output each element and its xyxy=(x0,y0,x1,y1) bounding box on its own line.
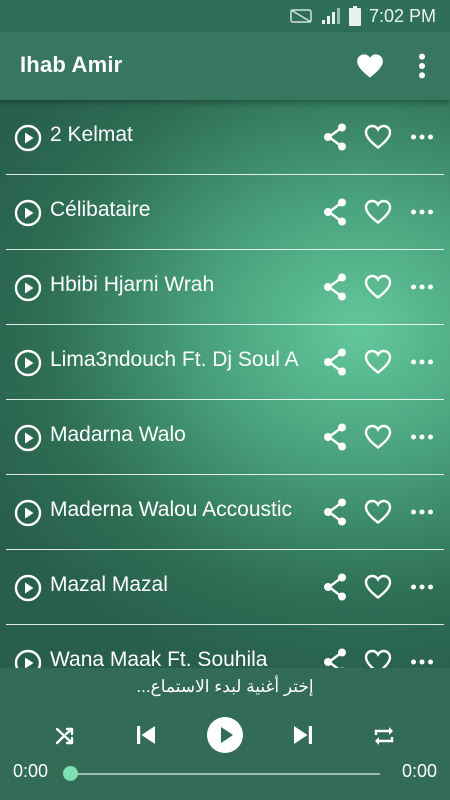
more-options-icon[interactable] xyxy=(410,433,434,441)
heart-outline-icon[interactable] xyxy=(364,123,392,151)
play-circle-icon[interactable] xyxy=(14,199,42,227)
play-circle-icon[interactable] xyxy=(14,349,42,377)
more-options-icon[interactable] xyxy=(410,208,434,216)
next-track-icon[interactable] xyxy=(292,724,314,746)
share-icon[interactable] xyxy=(321,572,349,602)
song-title[interactable]: Célibataire xyxy=(50,198,316,222)
song-list: 2 Kelmat Célibataire Hbibi Hjarni Wrah L… xyxy=(0,100,450,670)
page-title: Ihab Amir xyxy=(20,52,123,77)
more-options-icon[interactable] xyxy=(410,658,434,666)
song-row[interactable]: Mazal Mazal xyxy=(0,550,450,625)
player-bar: إختر أغنية لبدء الاستماع... 0:00 0:00 xyxy=(0,668,450,800)
share-icon[interactable] xyxy=(321,422,349,452)
overflow-menu-icon[interactable] xyxy=(416,52,428,80)
share-icon[interactable] xyxy=(321,647,349,670)
current-time: 0:00 xyxy=(13,761,49,781)
shuffle-icon[interactable] xyxy=(53,724,77,748)
play-circle-icon[interactable] xyxy=(14,274,42,302)
now-playing-text: إختر أغنية لبدء الاستماع... xyxy=(136,677,314,696)
share-icon[interactable] xyxy=(321,347,349,377)
play-circle-icon[interactable] xyxy=(14,424,42,452)
play-circle-icon[interactable] xyxy=(14,499,42,527)
song-row[interactable]: Maderna Walou Accoustic xyxy=(0,475,450,550)
seek-thumb[interactable] xyxy=(63,766,78,781)
more-options-icon[interactable] xyxy=(410,508,434,516)
song-title[interactable]: Hbibi Hjarni Wrah xyxy=(50,273,316,297)
seek-bar[interactable] xyxy=(70,773,380,775)
play-circle-icon[interactable] xyxy=(14,574,42,602)
share-icon[interactable] xyxy=(321,122,349,152)
song-title[interactable]: 2 Kelmat xyxy=(50,123,316,147)
previous-track-icon[interactable] xyxy=(135,724,157,746)
song-row[interactable]: Wana Maak Ft. Souhila xyxy=(0,625,450,670)
no-sim-icon xyxy=(290,9,312,23)
play-circle-icon[interactable] xyxy=(14,124,42,152)
song-row[interactable]: Madarna Walo xyxy=(0,400,450,475)
heart-outline-icon[interactable] xyxy=(364,198,392,226)
battery-icon xyxy=(348,6,361,26)
favorites-heart-icon[interactable] xyxy=(356,53,384,79)
signal-icon xyxy=(321,8,340,24)
more-options-icon[interactable] xyxy=(410,583,434,591)
heart-outline-icon[interactable] xyxy=(364,348,392,376)
heart-outline-icon[interactable] xyxy=(364,273,392,301)
app-bar: Ihab Amir xyxy=(0,32,450,100)
more-options-icon[interactable] xyxy=(410,283,434,291)
more-options-icon[interactable] xyxy=(410,358,434,366)
song-title[interactable]: Maderna Walou Accoustic xyxy=(50,498,316,522)
repeat-icon[interactable] xyxy=(371,724,397,748)
play-circle-icon[interactable] xyxy=(14,649,42,670)
song-title[interactable]: Lima3ndouch Ft. Dj Soul A xyxy=(50,348,316,372)
share-icon[interactable] xyxy=(321,272,349,302)
song-row[interactable]: Hbibi Hjarni Wrah xyxy=(0,250,450,325)
song-row[interactable]: Lima3ndouch Ft. Dj Soul A xyxy=(0,325,450,400)
heart-outline-icon[interactable] xyxy=(364,498,392,526)
more-options-icon[interactable] xyxy=(410,133,434,141)
status-time: 7:02 PM xyxy=(368,5,436,26)
play-button[interactable] xyxy=(206,716,244,754)
song-title[interactable]: Wana Maak Ft. Souhila xyxy=(50,648,316,670)
song-title[interactable]: Mazal Mazal xyxy=(50,573,316,597)
share-icon[interactable] xyxy=(321,197,349,227)
total-time: 0:00 xyxy=(401,761,437,781)
status-bar: 7:02 PM xyxy=(0,0,450,32)
heart-outline-icon[interactable] xyxy=(364,648,392,670)
song-row[interactable]: 2 Kelmat xyxy=(0,100,450,175)
share-icon[interactable] xyxy=(321,497,349,527)
song-row[interactable]: Célibataire xyxy=(0,175,450,250)
song-title[interactable]: Madarna Walo xyxy=(50,423,316,447)
heart-outline-icon[interactable] xyxy=(364,423,392,451)
heart-outline-icon[interactable] xyxy=(364,573,392,601)
